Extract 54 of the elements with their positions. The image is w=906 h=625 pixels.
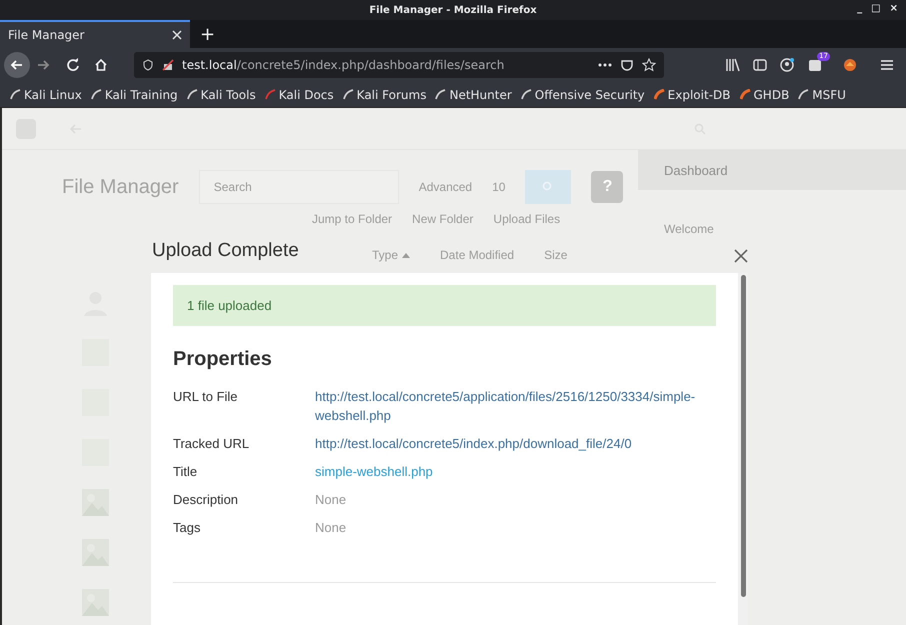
sidebar-icon[interactable] — [753, 58, 768, 72]
bookmark-icon — [342, 89, 354, 100]
section-heading: Properties — [173, 348, 273, 371]
property-label: Tracked URL — [173, 435, 250, 453]
property-label: Tags — [173, 519, 202, 537]
reload-icon[interactable] — [66, 58, 80, 72]
new-tab-button[interactable]: + — [190, 20, 226, 48]
bookmark-item[interactable]: Offensive Security — [520, 88, 645, 102]
success-alert: 1 file uploaded — [173, 285, 716, 326]
bookmark-icon — [740, 89, 750, 100]
page-title: File Manager — [62, 176, 179, 198]
search-field[interactable]: Search — [198, 170, 399, 204]
bookmark-icon — [435, 89, 446, 100]
window-control[interactable]: _ — [857, 3, 862, 14]
bookmark-icon — [798, 89, 810, 100]
bookmark-icon — [186, 89, 198, 100]
property-value: None — [315, 491, 348, 509]
back-button[interactable] — [4, 52, 30, 78]
bookmark-item[interactable]: NetHunter — [435, 88, 512, 102]
bookmark-item[interactable]: Kali Tools — [186, 88, 256, 102]
close-icon[interactable] — [172, 30, 182, 40]
property-label: Description — [173, 491, 240, 509]
home-icon[interactable] — [94, 58, 108, 72]
bookmark-icon — [654, 89, 665, 100]
bookmark-icon — [520, 89, 532, 100]
bookmark-icon — [90, 89, 102, 100]
bookmark-icon — [264, 89, 276, 100]
bookmark-item[interactable]: Kali Training — [90, 88, 178, 102]
property-link[interactable]: http://test.local/concrete5/index.php/download_file/24/0 — [315, 434, 716, 453]
window-control[interactable]: □ — [871, 3, 881, 14]
sidebar-header: Dashboard — [638, 150, 906, 190]
window-control[interactable]: × — [890, 3, 898, 14]
dialog-title: Upload Complete — [152, 240, 299, 262]
address-bar[interactable]: test.local/concrete5/index.php/dashboard/files/search — [134, 52, 664, 78]
property-label: URL to File — [173, 388, 239, 406]
bookmark-item[interactable]: GHDB — [740, 88, 790, 102]
forward-icon[interactable] — [36, 58, 50, 72]
extension-icon[interactable] — [807, 57, 824, 73]
bookmark-icon — [10, 89, 21, 100]
sort-caret-icon — [402, 252, 410, 258]
property-value: None — [315, 519, 348, 537]
account-icon[interactable] — [779, 57, 796, 73]
library-icon[interactable] — [725, 58, 742, 72]
browser-tab[interactable]: File Manager — [0, 20, 190, 48]
back-arrow-icon — [10, 58, 24, 72]
property-link[interactable]: http://test.local/concrete5/application/files/2516/1250/3334/simple-webshell.php — [315, 387, 716, 425]
bookmark-item[interactable]: Kali Forums — [342, 88, 426, 102]
bookmark-item[interactable]: Exploit-DB — [654, 88, 730, 102]
window-title: File Manager - Mozilla Firefox — [369, 4, 537, 16]
property-label: Title — [173, 463, 198, 481]
bookmark-item[interactable]: MSFU — [798, 88, 846, 102]
bookmark-item[interactable]: Kali Docs — [264, 88, 334, 102]
bookmark-item[interactable]: Kali Linux — [10, 88, 82, 102]
menu-icon[interactable] — [880, 59, 894, 71]
